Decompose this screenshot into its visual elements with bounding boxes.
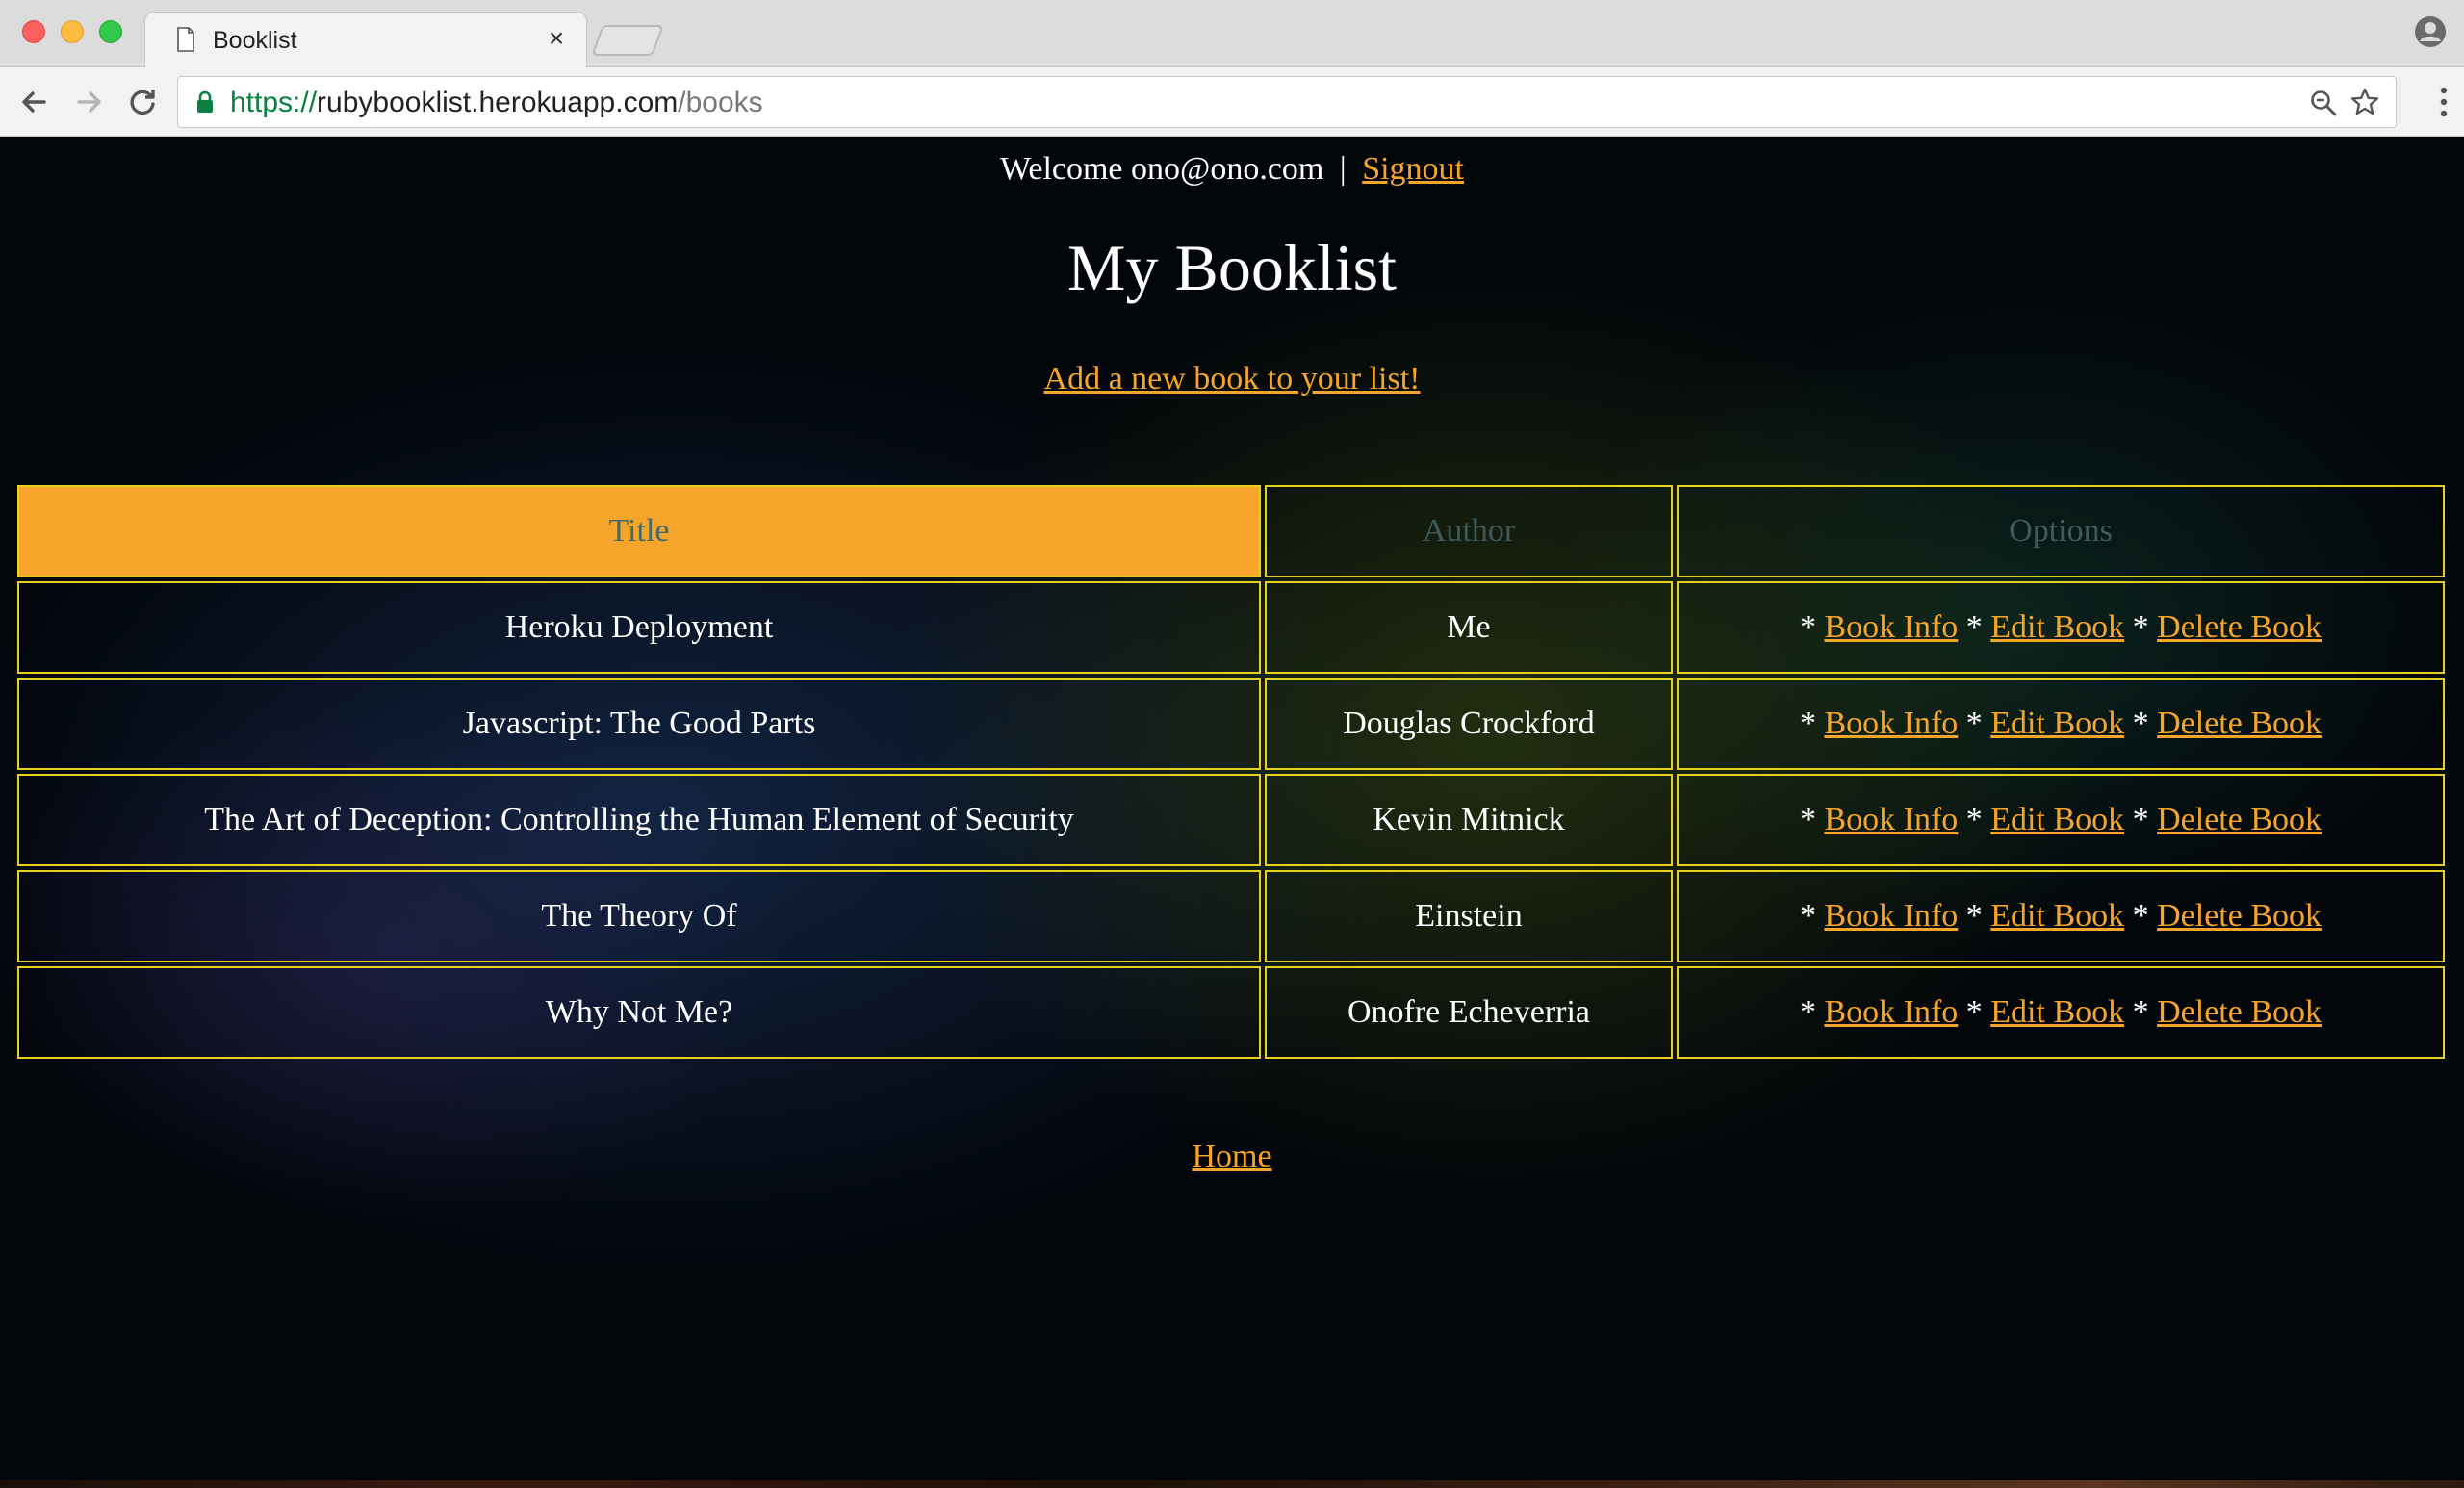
signout-link[interactable]: Signout [1362,151,1464,187]
home-link[interactable]: Home [1192,1139,1271,1174]
book-title-cell: The Theory Of [17,870,1261,962]
background-image-edge [0,1480,2464,1488]
book-title-cell: The Art of Deception: Controlling the Hu… [17,774,1261,866]
url-scheme: https:// [230,87,318,118]
reload-icon[interactable] [123,83,162,121]
option-bullet: * [1799,706,1816,741]
delete-book-link[interactable]: Delete Book [2157,609,2322,645]
star-icon[interactable] [2349,87,2380,117]
option-bullet: * [1965,609,1983,645]
new-tab-button[interactable] [591,25,664,56]
delete-book-link[interactable]: Delete Book [2157,994,2322,1030]
add-book-link[interactable]: Add a new book to your list! [1044,361,1421,397]
delete-book-link[interactable]: Delete Book [2157,898,2322,934]
tab-title: Booklist [213,27,297,54]
book-info-link[interactable]: Book Info [1824,609,1958,645]
menu-icon[interactable] [2437,85,2451,119]
url-path: /books [678,87,763,118]
delete-book-link[interactable]: Delete Book [2157,802,2322,837]
forward-arrow-icon[interactable] [69,83,108,121]
close-icon[interactable]: × [542,23,571,53]
option-bullet: * [2132,802,2149,837]
option-bullet: * [2132,898,2149,934]
welcome-separator: | [1339,151,1347,187]
book-options-cell: * Book Info * Edit Book * Delete Book [1677,774,2445,866]
book-title-cell: Why Not Me? [17,966,1261,1059]
book-options-cell: * Book Info * Edit Book * Delete Book [1677,966,2445,1059]
book-author-cell: Einstein [1265,870,1673,962]
home-link-container: Home [0,1138,2464,1176]
option-bullet: * [2132,994,2149,1030]
option-bullet: * [1799,802,1816,837]
window-maximize-button[interactable] [99,20,122,43]
window-minimize-button[interactable] [61,20,84,43]
browser-chrome: Booklist × https://rubybooklist.herokuap… [0,0,2464,137]
welcome-bar: Welcome ono@ono.com | Signout [0,150,2464,189]
book-author-cell: Kevin Mitnick [1265,774,1673,866]
option-bullet: * [2132,706,2149,741]
book-info-link[interactable]: Book Info [1824,802,1958,837]
browser-toolbar: https://rubybooklist.herokuapp.com/books [0,67,2464,137]
delete-book-link[interactable]: Delete Book [2157,706,2322,741]
profile-icon[interactable] [2414,15,2447,48]
page-icon [177,27,194,52]
back-arrow-icon[interactable] [15,83,54,121]
header-author[interactable]: Author [1265,485,1673,577]
book-title-cell: Javascript: The Good Parts [17,678,1261,770]
book-options-cell: * Book Info * Edit Book * Delete Book [1677,581,2445,674]
address-bar[interactable]: https://rubybooklist.herokuapp.com/books [177,76,2397,128]
welcome-text: Welcome ono@ono.com [999,151,1324,187]
book-title-cell: Heroku Deployment [17,581,1261,674]
option-bullet: * [1965,898,1983,934]
page-content: Welcome ono@ono.com | Signout My Booklis… [0,137,2464,1488]
table-row: Javascript: The Good Parts Douglas Crock… [17,678,2445,770]
url-text: https://rubybooklist.herokuapp.com/books [230,88,763,118]
window-close-button[interactable] [22,20,45,43]
book-options-cell: * Book Info * Edit Book * Delete Book [1677,870,2445,962]
book-author-cell: Onofre Echeverria [1265,966,1673,1059]
edit-book-link[interactable]: Edit Book [1990,994,2124,1030]
edit-book-link[interactable]: Edit Book [1990,802,2124,837]
zoom-icon[interactable] [2309,89,2338,117]
tab-strip: Booklist × [0,0,2464,68]
option-bullet: * [1965,802,1983,837]
table-row: The Theory Of Einstein * Book Info * Edi… [17,870,2445,962]
option-bullet: * [1965,706,1983,741]
edit-book-link[interactable]: Edit Book [1990,898,2124,934]
page-title: My Booklist [1067,231,1397,304]
option-bullet: * [1965,994,1983,1030]
option-bullet: * [1799,609,1816,645]
table-row: The Art of Deception: Controlling the Hu… [17,774,2445,866]
edit-book-link[interactable]: Edit Book [1990,609,2124,645]
option-bullet: * [1799,994,1816,1030]
book-info-link[interactable]: Book Info [1824,898,1958,934]
browser-tab[interactable]: Booklist × [144,12,587,68]
book-info-link[interactable]: Book Info [1824,706,1958,741]
book-author-cell: Me [1265,581,1673,674]
book-author-cell: Douglas Crockford [1265,678,1673,770]
book-info-link[interactable]: Book Info [1824,994,1958,1030]
books-table: Title Author Options Heroku Deployment M… [13,481,2449,1063]
header-options[interactable]: Options [1677,485,2445,577]
edit-book-link[interactable]: Edit Book [1990,706,2124,741]
table-header-row: Title Author Options [17,485,2445,577]
option-bullet: * [2132,609,2149,645]
book-options-cell: * Book Info * Edit Book * Delete Book [1677,678,2445,770]
lock-icon [197,90,213,113]
add-book-container: Add a new book to your list! [0,360,2464,398]
header-title[interactable]: Title [17,485,1261,577]
option-bullet: * [1799,898,1816,934]
table-row: Why Not Me? Onofre Echeverria * Book Inf… [17,966,2445,1059]
table-row: Heroku Deployment Me * Book Info * Edit … [17,581,2445,674]
url-host: rubybooklist.herokuapp.com [317,87,679,118]
